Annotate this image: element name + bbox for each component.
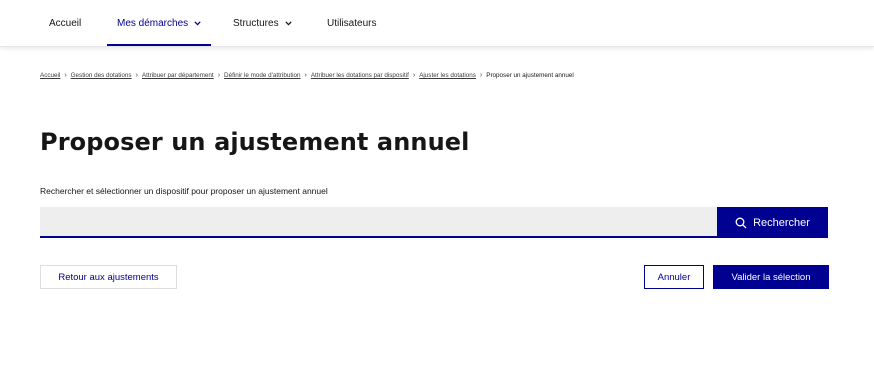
- chevron-right-icon: ›: [412, 72, 416, 79]
- back-button-label: Retour aux ajustements: [58, 271, 159, 283]
- page-title: Proposer un ajustement annuel: [40, 128, 470, 156]
- nav-item-structures[interactable]: Structures: [233, 0, 292, 46]
- validate-button-label: Valider la sélection: [731, 271, 811, 283]
- search-description: Rechercher et sélectionner un dispositif…: [40, 186, 328, 196]
- cancel-button-label: Annuler: [657, 271, 691, 283]
- search-button-label: Rechercher: [753, 216, 810, 229]
- active-tab-indicator: [107, 44, 212, 46]
- top-navigation: Accueil Mes démarches Structures Utilisa…: [0, 0, 874, 47]
- breadcrumb-link-ajuster-dotations[interactable]: Ajuster les dotations: [419, 72, 476, 79]
- chevron-right-icon: ›: [304, 72, 307, 79]
- chevron-right-icon: ›: [479, 72, 483, 79]
- breadcrumb-current: Proposer un ajustement annuel: [486, 72, 574, 79]
- nav-item-label: Structures: [233, 17, 279, 29]
- breadcrumb-link-gestion-dotations[interactable]: Gestion des dotations: [71, 72, 132, 79]
- search-button[interactable]: Rechercher: [717, 207, 828, 238]
- breadcrumb-link-mode-attribution[interactable]: Définir le mode d'attribution: [224, 72, 300, 79]
- chevron-right-icon: ›: [64, 72, 67, 79]
- breadcrumb: Accueil › Gestion des dotations › Attrib…: [40, 72, 574, 79]
- nav-item-label: Utilisateurs: [327, 17, 377, 29]
- chevron-down-icon: [284, 19, 292, 28]
- nav-item-utilisateurs[interactable]: Utilisateurs: [327, 0, 376, 46]
- nav-item-label: Mes démarches: [117, 17, 189, 29]
- search-icon: [735, 217, 747, 228]
- nav-item-label: Accueil: [49, 17, 82, 29]
- validate-selection-button[interactable]: Valider la sélection: [713, 265, 829, 289]
- breadcrumb-link-attribuer-departement[interactable]: Attribuer par département: [142, 72, 214, 79]
- chevron-right-icon: ›: [135, 72, 138, 79]
- back-to-adjustments-button[interactable]: Retour aux ajustements: [40, 265, 177, 289]
- chevron-right-icon: ›: [217, 72, 221, 79]
- breadcrumb-link-dotations-dispositif[interactable]: Attribuer les dotations par dispositif: [311, 72, 409, 79]
- search-input[interactable]: [40, 207, 717, 238]
- breadcrumb-link-accueil[interactable]: Accueil: [40, 72, 60, 79]
- nav-item-mes-demarches[interactable]: Mes démarches: [107, 0, 212, 46]
- cancel-button[interactable]: Annuler: [644, 265, 704, 289]
- nav-item-accueil[interactable]: Accueil: [49, 0, 81, 46]
- chevron-down-icon: [194, 19, 201, 28]
